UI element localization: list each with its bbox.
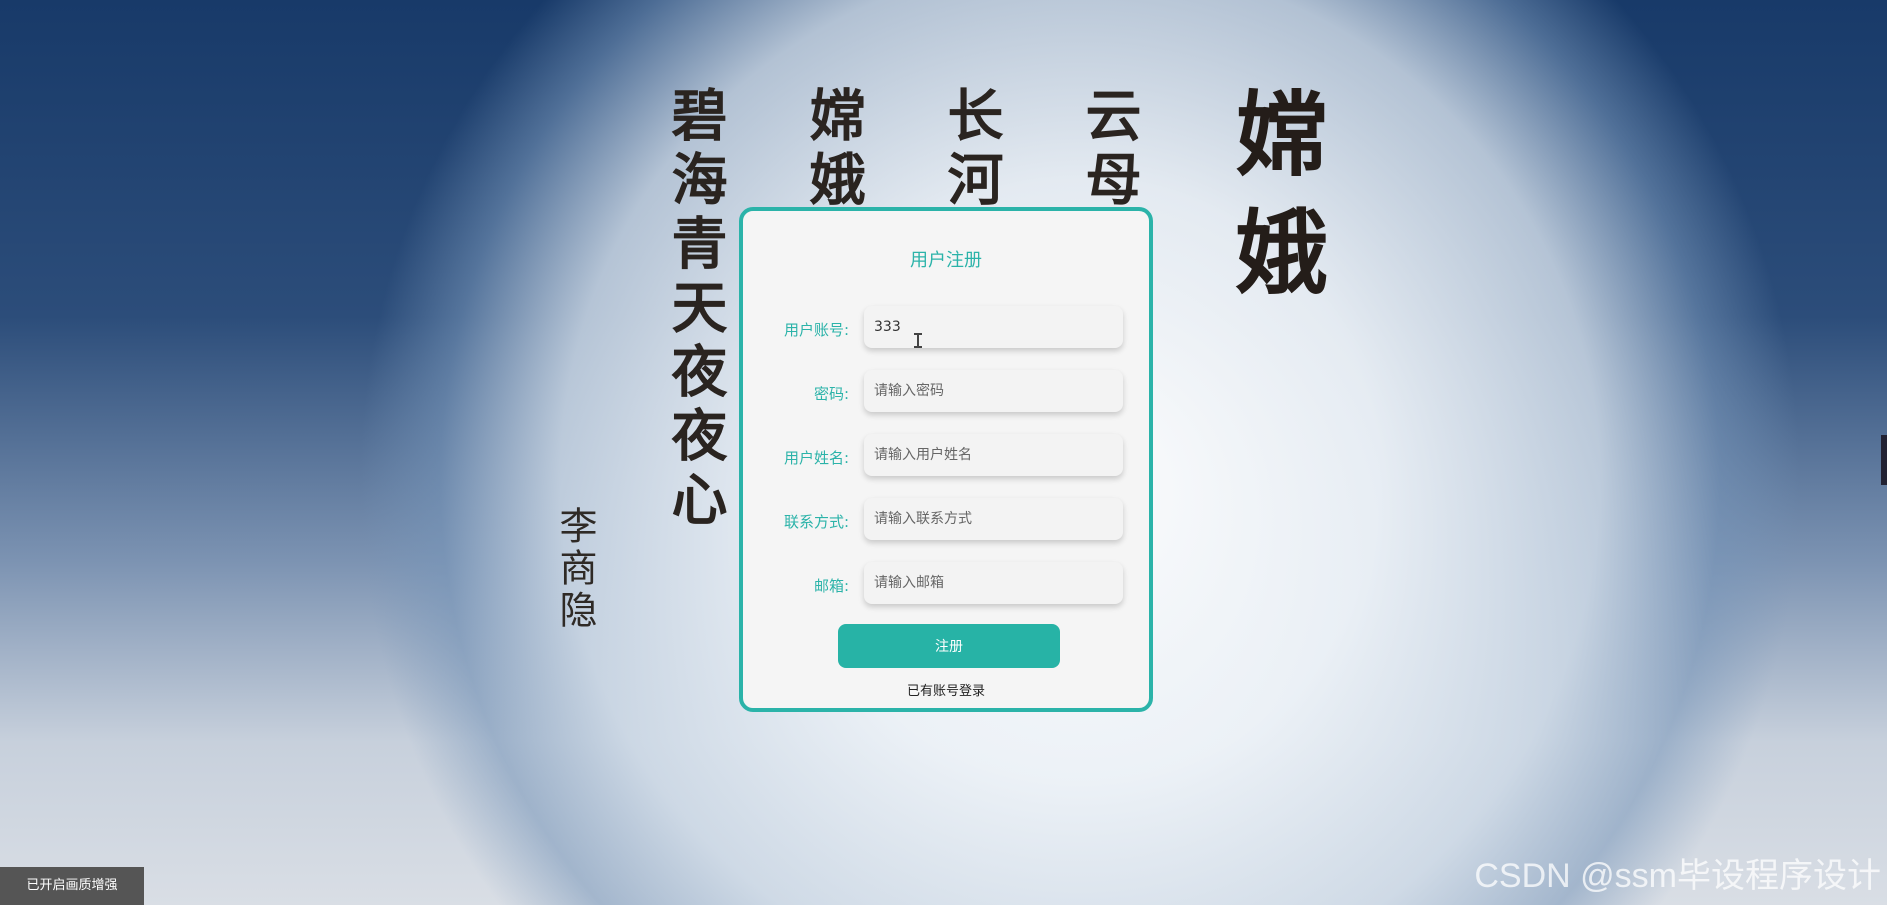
poem-title: 嫦娥 [1220,86,1328,322]
contact-input[interactable] [864,498,1123,540]
register-title: 用户注册 [910,250,982,271]
poem-line-1: 碧海青天夜夜心 [662,86,728,534]
account-input[interactable] [864,306,1123,348]
register-button[interactable]: 注册 [838,624,1060,668]
email-row: 邮箱: [743,562,1149,608]
username-label: 用户姓名: [783,449,849,467]
text-cursor-icon [914,333,922,348]
login-link[interactable]: 已有账号登录 [743,680,1149,699]
email-input[interactable] [864,562,1123,604]
account-label: 用户账号: [783,321,849,339]
edge-tab[interactable] [1881,435,1887,485]
password-row: 密码: [743,370,1149,416]
password-input[interactable] [864,370,1123,412]
username-row: 用户姓名: [743,434,1149,480]
password-label: 密码: [813,385,849,403]
poem-author: 李商隐 [553,506,597,632]
account-row: 用户账号: [743,306,1149,352]
contact-label: 联系方式: [783,513,849,531]
watermark: CSDN @ssm毕设程序设计 [1474,857,1881,895]
email-label: 邮箱: [813,577,849,595]
register-card: 用户注册 用户账号: 密码: 用户姓名: 联系方式: 邮箱: 注册 已有账号登录 [739,207,1153,712]
contact-row: 联系方式: [743,498,1149,544]
username-input[interactable] [864,434,1123,476]
quality-badge: 已开启画质增强 [0,867,144,905]
